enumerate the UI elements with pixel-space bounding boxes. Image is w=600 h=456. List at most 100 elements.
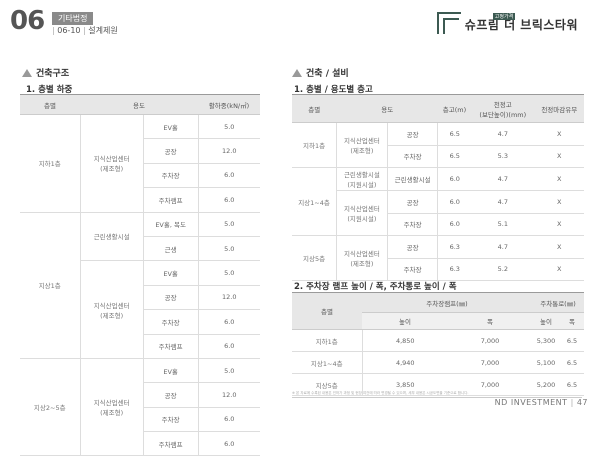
- col-header-height: 층고(m): [437, 94, 472, 123]
- aisle-height-cell: 5,100: [532, 351, 560, 374]
- col-header-load: 활하중(kN/㎡): [198, 94, 260, 115]
- col-header-aisle: 주차통로(㎜): [532, 292, 584, 313]
- load-value-cell: 5.0: [198, 260, 260, 286]
- table-row: 지하1층 지식산업센터 (제조형) EV홀 5.0: [20, 114, 260, 213]
- floor-cell: 지상2~5층: [20, 358, 81, 456]
- clear-height-cell: 4.7: [471, 167, 535, 191]
- col-header-use: 용도: [336, 94, 438, 123]
- aisle-height-cell: 5,300: [532, 329, 560, 352]
- height-cell: 6.0: [437, 190, 472, 214]
- finish-cell: X: [534, 213, 584, 236]
- height-cell: 6.5: [437, 122, 472, 146]
- col-header-aisle-height: 높이: [532, 312, 560, 330]
- section-title-structure: 건축구조: [22, 66, 69, 79]
- load-value-cell: 6.0: [198, 163, 260, 189]
- clear-height-cell: 5.3: [471, 145, 535, 168]
- finish-cell: X: [534, 145, 584, 168]
- use-item-cell: 공장: [387, 235, 439, 259]
- ramp-table: 층별 주차장램프(㎜) 주차통로(㎜) 높이 폭 높이 폭 지하1층 4,850 7,000 5,3…: [292, 292, 584, 396]
- floor-load-table: 층별 용도 활하중(kN/㎡) 지하1층 지식산업센터 (제조형) EV홀 5.0 공장 12.0…: [20, 94, 260, 456]
- clear-height-cell: 5.2: [471, 258, 535, 281]
- load-value-cell: 6.0: [198, 431, 260, 456]
- use-item-cell: EV홀: [143, 358, 199, 384]
- chapter-number: 06: [10, 6, 45, 36]
- col-header-floor: 층별: [20, 94, 80, 115]
- floor-cell: 지상1층: [20, 212, 81, 359]
- footer-brand: ND INVESTMENT: [494, 398, 568, 407]
- clear-height-cell: 4.7: [471, 190, 535, 214]
- ramp-width-cell: 7,000: [448, 351, 532, 374]
- col-header-floor: 층별: [292, 292, 362, 330]
- use-item-cell: EV홀, 복도: [143, 212, 199, 237]
- table-row: 지식산업센터 (지원시설) 공장 6.0 4.7 X: [292, 190, 584, 236]
- use-item-cell: 주차장: [143, 163, 199, 189]
- load-value-cell: 6.0: [198, 407, 260, 433]
- table-row: 지상1층 근린생활시설 EV홀, 복도 5.0: [20, 212, 260, 359]
- col-header-clear-height: 천정고 (보단높이)(mm): [471, 94, 535, 123]
- subsection-ramp: 2. 주차장 램프 높이 / 폭, 주차통로 높이 / 폭: [294, 282, 457, 292]
- use-group-cell: 지식산업센터 (제조형): [80, 260, 144, 359]
- col-header-ramp-width: 폭: [448, 312, 532, 330]
- load-value-cell: 5.0: [198, 236, 260, 262]
- table-row: 지상1~4층 근린생활시설 (지원시설) 근린생활시설 6.0 4.7 X: [292, 167, 584, 236]
- logo-small-tag: 고정가격: [492, 12, 516, 20]
- floor-cell: 지상1~4층: [292, 167, 338, 236]
- sub-title: 설계제원: [88, 26, 118, 35]
- table-row: 지하1층 지식산업센터 (제조형) 공장 6.5 4.7 X: [292, 122, 584, 168]
- height-cell: 6.5: [437, 145, 472, 168]
- use-group-cell: 근린생활시설: [80, 212, 144, 262]
- brand-logo: 고정가격 슈프림 더 브릭스타워: [436, 12, 578, 34]
- use-item-cell: 주차장: [387, 145, 439, 168]
- load-value-cell: 5.0: [198, 358, 260, 384]
- load-value-cell: 5.0: [198, 114, 260, 140]
- use-item-cell: 공장: [143, 285, 199, 311]
- load-value-cell: 6.0: [198, 187, 260, 213]
- load-value-cell: 12.0: [198, 285, 260, 311]
- use-item-cell: 근린생활시설: [387, 167, 439, 191]
- use-group-cell: 지식산업센터 (제조형): [336, 235, 388, 281]
- clear-height-cell: 4.7: [471, 122, 535, 146]
- use-item-cell: EV홀: [143, 114, 199, 140]
- finish-cell: X: [534, 122, 584, 146]
- height-cell: 6.3: [437, 235, 472, 259]
- load-value-cell: 5.0: [198, 212, 260, 237]
- use-item-cell: 주차장: [387, 213, 439, 236]
- footnote: ※ 본 자료에 수록된 내용은 인허가 과정 및 현장 여건에 따라 변경될 수…: [292, 391, 469, 395]
- ramp-height-cell: 4,940: [362, 351, 448, 374]
- clear-height-cell: 4.7: [471, 235, 535, 259]
- use-group-cell: 지식산업센터 (제조형): [80, 358, 144, 456]
- use-item-cell: 주차장: [143, 407, 199, 433]
- logo-mark-icon: [436, 12, 461, 34]
- table-row: 지상2~5층 지식산업센터 (제조형) EV홀 5.0: [20, 358, 260, 456]
- col-header-finish: 천정마감유무: [534, 94, 584, 123]
- page-footer: ND INVESTMENT | 47: [494, 398, 588, 407]
- ramp-height-cell: 4,850: [362, 329, 448, 352]
- use-item-cell: 공장: [143, 138, 199, 164]
- height-cell: 6.3: [437, 258, 472, 281]
- clear-height-cell: 5.1: [471, 213, 535, 236]
- use-item-cell: 근생: [143, 236, 199, 262]
- aisle-width-cell: 6.5: [560, 351, 584, 374]
- floor-cell: 지하1층: [292, 122, 338, 168]
- chapter-subtitle: | 06-10 | 설계제원: [52, 26, 118, 35]
- use-item-cell: EV홀: [143, 260, 199, 286]
- use-item-cell: 주차장: [387, 258, 439, 281]
- finish-cell: X: [534, 235, 584, 259]
- height-cell: 6.0: [437, 167, 472, 191]
- use-item-cell: 주차램프: [143, 334, 199, 359]
- col-header-ramp: 주차장램프(㎜): [362, 292, 532, 313]
- floor-cell: 지하1층: [20, 114, 81, 213]
- section-triangle-icon: [22, 68, 32, 77]
- use-item-cell: 주차램프: [143, 187, 199, 213]
- use-item-cell: 주차장: [143, 309, 199, 335]
- aisle-width-cell: 6.5: [560, 329, 584, 352]
- finish-cell: X: [534, 190, 584, 214]
- use-item-cell: 주차램프: [143, 431, 199, 456]
- col-header-use: 용도: [80, 94, 198, 115]
- table-row: 지상5층 지식산업센터 (제조형) 공장 6.3 4.7 X: [292, 235, 584, 281]
- col-header-ramp-height: 높이: [362, 312, 448, 330]
- section-title-architecture: 건축 / 설비: [292, 66, 349, 79]
- floor-cell: 지상1~4층: [292, 351, 363, 374]
- logo-text: 슈프림 더 브릭스타워: [464, 17, 578, 32]
- floor-cell: 지상5층: [292, 235, 338, 281]
